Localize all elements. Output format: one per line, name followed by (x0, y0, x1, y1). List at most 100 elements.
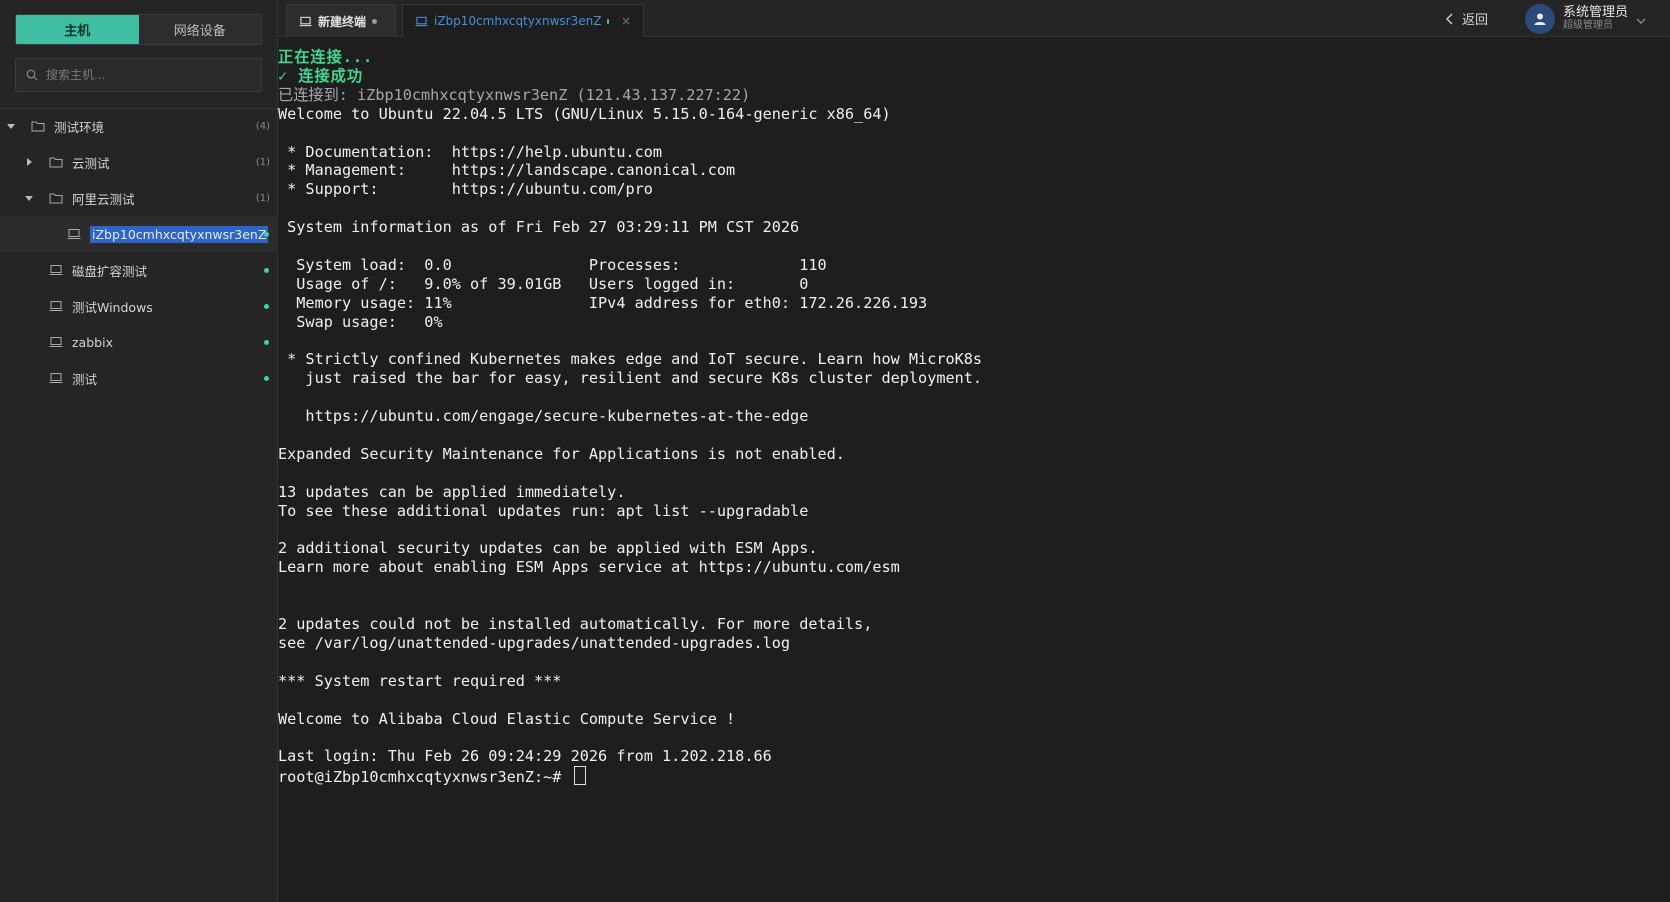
monitor-icon (48, 371, 64, 385)
tree-label: 测试环境 (54, 119, 105, 135)
tab-status-dot (607, 18, 609, 24)
terminal-line: Welcome to Alibaba Cloud Elastic Compute… (278, 709, 736, 728)
tree-label: 阿里云测试 (72, 191, 135, 207)
app-window: 主机 网络设备 测试环境 (4) (0, 0, 1670, 902)
caret-down-icon[interactable] (24, 193, 34, 203)
tab-network-devices[interactable]: 网络设备 (139, 15, 262, 44)
tab-label: 新建终端 (318, 14, 367, 29)
terminal-line: https://ubuntu.com/engage/secure-kuberne… (278, 407, 809, 426)
terminal-cursor (573, 766, 586, 786)
online-status-dot (264, 303, 269, 309)
tree-folder-test-env[interactable]: 测试环境 (4) (0, 108, 278, 144)
terminal-line: Last login: Thu Feb 26 09:24:29 2026 fro… (278, 747, 772, 766)
host-type-switch: 主机 网络设备 (15, 14, 262, 45)
shell-prompt: root@iZbp10cmhxcqtyxnwsr3enZ:~# (278, 768, 562, 787)
search-input[interactable] (44, 67, 248, 83)
monitor-icon (66, 227, 82, 241)
close-icon[interactable]: × (621, 14, 631, 28)
tree-host-izbp10[interactable]: iZbp10cmhxcqtyxnwsr3enZ (0, 216, 278, 252)
folder-icon (30, 119, 46, 133)
host-tree: 测试环境 (4) 云测试 (1) 阿里云测试 (1) iZbp10cmhxcqt… (0, 108, 278, 396)
tree-host-zabbix[interactable]: zabbix (0, 324, 278, 360)
terminal-prompt-line[interactable]: root@iZbp10cmhxcqtyxnwsr3enZ:~# (278, 766, 1658, 787)
terminal-line: To see these additional updates run: apt… (278, 501, 809, 520)
tree-folder-aliyun-test[interactable]: 阿里云测试 (1) (0, 180, 278, 216)
online-status-dot (264, 267, 269, 273)
tree-host-windows[interactable]: 测试Windows (0, 288, 278, 324)
tree-label: 测试 (72, 371, 98, 387)
chevron-down-icon[interactable] (1636, 9, 1646, 28)
terminal-line: System load: 0.0 Processes: 110 (278, 255, 827, 274)
chevron-left-icon (1446, 12, 1454, 25)
host-count: (1) (255, 156, 270, 168)
tab-new-terminal[interactable]: 新建终端 (286, 4, 396, 37)
back-label: 返回 (1462, 13, 1489, 28)
host-count: (1) (255, 192, 270, 204)
monitor-icon (48, 335, 64, 349)
terminal-line: Swap usage: 0% (278, 312, 443, 331)
tree-label: 磁盘扩容测试 (72, 263, 148, 279)
tab-session-izbp10[interactable]: iZbp10cmhxcqtyxnwsr3enZ × (402, 4, 644, 37)
terminal-line: just raised the bar for easy, resilient … (278, 369, 983, 388)
tab-label: iZbp10cmhxcqtyxnwsr3enZ (434, 14, 602, 28)
monitor-icon (299, 16, 312, 27)
user-name: 系统管理员 (1563, 4, 1629, 20)
terminal-line: Usage of /: 9.0% of 39.01GB Users logged… (278, 274, 809, 293)
tab-hosts[interactable]: 主机 (16, 15, 139, 44)
terminal-output[interactable]: 正在连接... ✓ 连接成功 已连接到: iZbp10cmhxcqtyxnwsr3e… (278, 48, 1658, 898)
tab-bar: 新建终端 iZbp10cmhxcqtyxnwsr3enZ × 返回 系统管理员 … (278, 0, 1670, 37)
folder-icon (48, 191, 64, 205)
terminal-lines: Welcome to Ubuntu 22.04.5 LTS (GNU/Linux… (278, 105, 1658, 767)
terminal-line: 2 additional security updates can be app… (278, 539, 818, 558)
tree-folder-cloud-test[interactable]: 云测试 (1) (0, 144, 278, 180)
tab-status-dot (372, 18, 378, 24)
status-connecting: 正在连接... (278, 48, 374, 66)
user-icon (1534, 13, 1546, 25)
monitor-icon (415, 16, 428, 27)
monitor-icon (48, 263, 64, 277)
caret-down-icon[interactable] (6, 121, 16, 131)
monitor-icon (48, 299, 64, 313)
tree-host-disk-expand[interactable]: 磁盘扩容测试 (0, 252, 278, 288)
back-button[interactable]: 返回 (1446, 0, 1488, 37)
tree-label: iZbp10cmhxcqtyxnwsr3enZ (90, 225, 269, 243)
caret-right-icon[interactable] (24, 157, 34, 167)
terminal-scrollbar[interactable] (1662, 48, 1668, 888)
terminal-line: Expanded Security Maintenance for Applic… (278, 444, 845, 463)
user-menu[interactable]: 系统管理员 超级管理员 (1525, 2, 1646, 35)
terminal-line: Memory usage: 11% IPv4 address for eth0:… (278, 293, 928, 312)
terminal-line: 2 updates could not be installed automat… (278, 615, 873, 634)
terminal-line: *** System restart required *** (278, 671, 562, 690)
terminal-line: Welcome to Ubuntu 22.04.5 LTS (GNU/Linux… (278, 104, 891, 123)
tree-label: 云测试 (72, 155, 110, 171)
terminal-line: see /var/log/unattended-upgrades/unatten… (278, 633, 791, 652)
terminal-line: * Strictly confined Kubernetes makes edg… (278, 350, 983, 369)
online-status-dot (264, 231, 269, 237)
tree-host-test[interactable]: 测试 (0, 360, 278, 396)
tree-label: 测试Windows (72, 299, 153, 315)
user-role: 超级管理员 (1563, 20, 1613, 32)
online-status-dot (264, 339, 269, 345)
sidebar: 主机 网络设备 测试环境 (4) (0, 0, 278, 902)
terminal-line: 13 updates can be applied immediately. (278, 482, 626, 501)
terminal-line: System information as of Fri Feb 27 03:2… (278, 218, 800, 237)
terminal-line: * Documentation: https://help.ubuntu.com (278, 142, 663, 161)
search-icon (24, 67, 40, 83)
terminal-line: Learn more about enabling ESM Apps servi… (278, 558, 900, 577)
avatar (1525, 3, 1555, 34)
host-search (15, 58, 262, 92)
online-status-dot (264, 375, 269, 381)
